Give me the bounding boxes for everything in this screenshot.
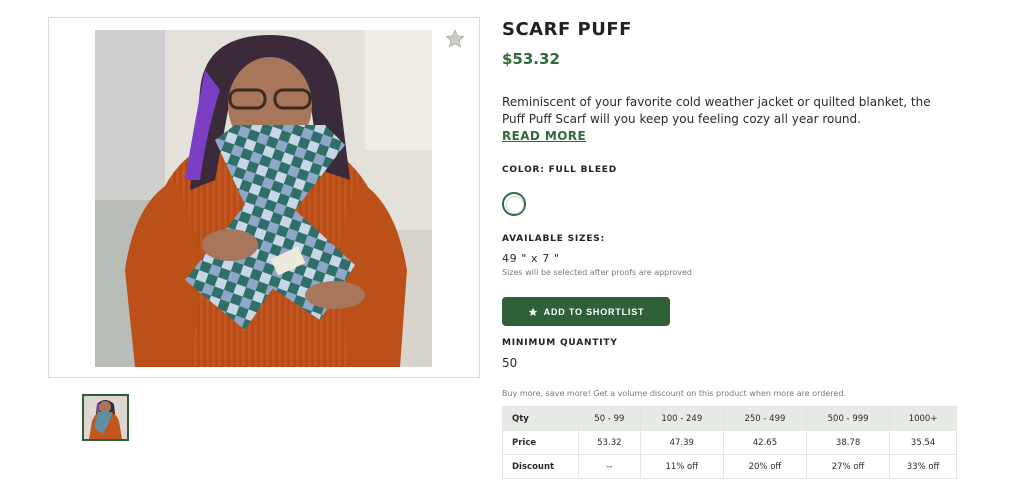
table-cell: 38.78 xyxy=(806,430,891,455)
table-cell: 42.65 xyxy=(722,430,808,455)
table-row: Discount -- 11% off 20% off 27% off 33% … xyxy=(502,454,957,479)
product-photo-illustration xyxy=(95,30,432,367)
product-photo[interactable] xyxy=(95,30,432,367)
table-row: Price 53.32 47.39 42.65 38.78 35.54 xyxy=(502,430,957,455)
favorite-star-icon[interactable] xyxy=(444,28,466,50)
read-more-link[interactable]: READ MORE xyxy=(502,129,586,143)
table-header-cell: 250 - 499 xyxy=(722,406,808,431)
add-to-shortlist-button[interactable]: ADD TO SHORTLIST xyxy=(502,297,670,326)
star-icon xyxy=(528,307,538,317)
volume-discount-note: Buy more, save more! Get a volume discou… xyxy=(502,389,846,398)
table-header-row: Qty 50 - 99 100 - 249 250 - 499 500 - 99… xyxy=(502,406,957,431)
table-cell: Discount xyxy=(502,454,579,479)
table-cell: -- xyxy=(578,454,641,479)
table-cell: 35.54 xyxy=(889,430,957,455)
product-description: Reminiscent of your favorite cold weathe… xyxy=(502,95,931,126)
product-image-frame xyxy=(48,17,480,378)
table-cell: Price xyxy=(502,430,579,455)
table-header-cell: 50 - 99 xyxy=(578,406,641,431)
table-cell: 33% off xyxy=(889,454,957,479)
product-title: SCARF PUFF xyxy=(502,19,632,40)
size-note: Sizes will be selected after proofs are … xyxy=(502,268,692,277)
table-header-cell: 100 - 249 xyxy=(639,406,724,431)
table-header-cell: 1000+ xyxy=(889,406,957,431)
minimum-quantity-value: 50 xyxy=(502,356,518,370)
table-header-cell: 500 - 999 xyxy=(806,406,891,431)
table-cell: 53.32 xyxy=(578,430,641,455)
color-label: COLOR: FULL BLEED xyxy=(502,165,618,175)
size-value: 49 " x 7 " xyxy=(502,252,560,265)
table-cell: 11% off xyxy=(639,454,724,479)
table-cell: 47.39 xyxy=(639,430,724,455)
color-swatch-full-bleed[interactable] xyxy=(502,192,526,216)
volume-pricing-table: Qty 50 - 99 100 - 249 250 - 499 500 - 99… xyxy=(502,406,957,479)
thumbnail-illustration xyxy=(84,396,127,439)
add-to-shortlist-label: ADD TO SHORTLIST xyxy=(543,306,645,317)
minimum-quantity-label: MINIMUM QUANTITY xyxy=(502,338,618,348)
table-header-cell: Qty xyxy=(502,406,579,431)
product-thumbnail[interactable] xyxy=(82,394,129,441)
table-cell: 27% off xyxy=(806,454,891,479)
available-sizes-label: AVAILABLE SIZES: xyxy=(502,234,605,244)
table-cell: 20% off xyxy=(722,454,808,479)
product-price: $53.32 xyxy=(502,50,560,68)
